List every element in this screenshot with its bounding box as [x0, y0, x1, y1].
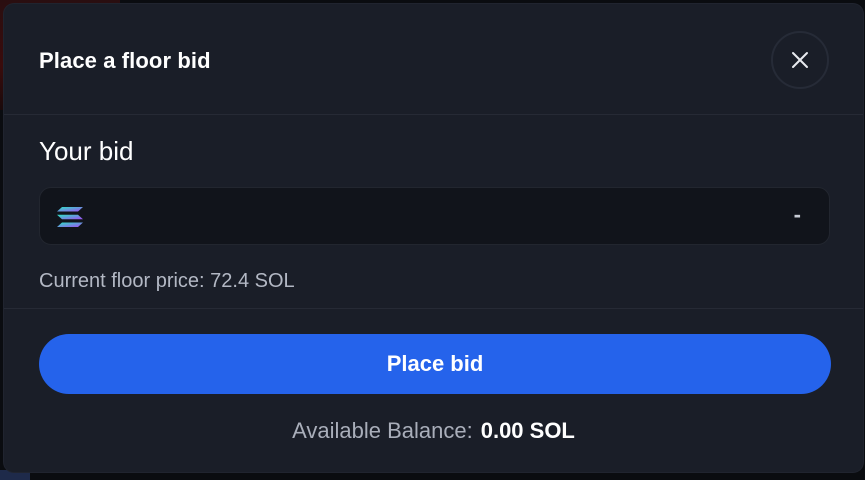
- bid-input-field[interactable]: -: [39, 187, 830, 246]
- solana-icon: [57, 207, 83, 227]
- floor-bid-modal: Place a floor bid Your bid - Current flo…: [4, 4, 863, 472]
- balance-label: Available Balance:: [292, 418, 473, 443]
- modal-title: Place a floor bid: [39, 48, 211, 73]
- bid-label: Your bid: [39, 136, 134, 166]
- bid-amount-display: -: [793, 202, 801, 227]
- close-icon: [792, 52, 808, 68]
- floor-price-text: Current floor price: 72.4 SOL: [39, 270, 295, 292]
- bid-amount-input[interactable]: [96, 188, 740, 246]
- balance-value: 0.00 SOL: [480, 418, 575, 443]
- available-balance: Available Balance: 0.00 SOL: [4, 418, 863, 444]
- close-button[interactable]: [771, 31, 829, 89]
- modal-header: Place a floor bid: [4, 4, 863, 115]
- bid-section: Your bid - Current floor price: 72.4 SOL: [4, 115, 863, 309]
- place-bid-button[interactable]: Place bid: [39, 334, 831, 394]
